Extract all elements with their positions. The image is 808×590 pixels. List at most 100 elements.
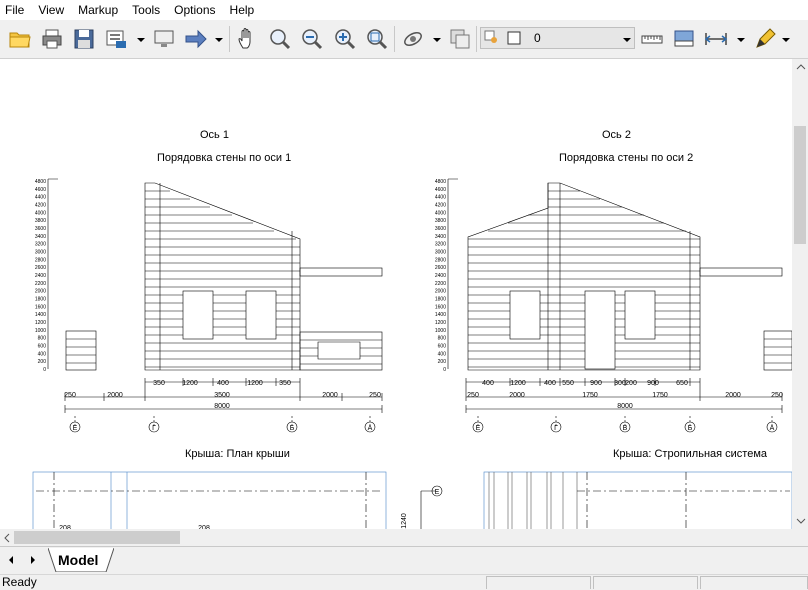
dimension-icon[interactable] (703, 26, 729, 52)
dim-label: 3500 (214, 392, 230, 399)
dim-label: 1200 (247, 380, 263, 387)
y-tick-label: 4000 (435, 210, 446, 216)
measure-distance-icon[interactable] (639, 26, 665, 52)
monitor-icon[interactable] (151, 26, 177, 52)
y-tick-label: 1800 (35, 297, 46, 303)
axis-label: Г (152, 425, 156, 432)
export-icon[interactable] (103, 26, 129, 52)
y-tick-label: 2200 (35, 281, 46, 287)
tab-prev-button[interactable] (2, 550, 20, 570)
layout-tab-bar (0, 546, 808, 575)
axis-label: Г (554, 425, 558, 432)
chevron-down-icon[interactable] (432, 35, 442, 45)
y-tick-label: 3800 (35, 218, 46, 224)
dim-label: 1750 (582, 392, 598, 399)
chevron-down-icon[interactable] (781, 35, 791, 45)
menu-options[interactable]: Options (167, 0, 222, 20)
status-panel (486, 576, 591, 589)
y-tick-label: 3200 (35, 242, 46, 248)
dim-label: 350 (279, 380, 291, 387)
beam (699, 267, 783, 277)
scroll-up-icon[interactable] (796, 62, 806, 72)
scroll-left-icon[interactable] (2, 533, 12, 543)
axis-label: В (623, 425, 628, 432)
chevron-down-icon[interactable] (622, 35, 632, 45)
horizontal-scroll-thumb[interactable] (14, 531, 180, 544)
vertical-scroll-thumb[interactable] (794, 126, 806, 244)
menu-view[interactable]: View (31, 0, 71, 20)
zoom-extents-icon[interactable] (363, 26, 389, 52)
measure-area-icon[interactable] (671, 26, 697, 52)
open-folder-icon[interactable] (7, 26, 33, 52)
y-tick-label: 3400 (435, 234, 446, 240)
chevron-down-icon[interactable] (736, 35, 746, 45)
axis-label: А (770, 425, 775, 432)
y-tick-label: 4400 (435, 195, 446, 201)
y-tick-label: 600 (38, 344, 47, 350)
tab-next-button[interactable] (24, 550, 42, 570)
wall-profile-right (467, 182, 701, 371)
dim-label: 2000 (107, 392, 123, 399)
pan-hand-icon[interactable] (235, 26, 261, 52)
dim-label: 400 (482, 380, 494, 387)
chevron-down-icon[interactable] (136, 35, 146, 45)
chevron-down-icon[interactable] (214, 35, 224, 45)
layer-dropdown[interactable] (480, 27, 635, 49)
orbit-icon[interactable] (400, 26, 426, 52)
menu-tools[interactable]: Tools (125, 0, 167, 20)
window-opening (182, 290, 214, 340)
window-icon[interactable] (447, 26, 473, 52)
axis-label: Е (476, 425, 481, 432)
drawing-canvas[interactable]: Е Г Б А Е Г В Б А Е 350 1200 400 1200 35… (0, 59, 792, 529)
chevron-left-icon (9, 556, 13, 564)
dim-label: 250 (369, 392, 381, 399)
dim-label: 350 (153, 380, 165, 387)
menu-file[interactable]: File (0, 0, 31, 20)
tab-model-label: Model (58, 552, 99, 568)
axis-label: Б (290, 425, 295, 432)
beam (763, 330, 792, 371)
zoom-in-icon[interactable] (331, 26, 357, 52)
y-tick-label: 1400 (35, 312, 46, 318)
rafter-title: Крыша: Стропильная система (613, 448, 768, 460)
y-tick-label: 3000 (435, 250, 446, 256)
roof-dim: 1240 (401, 513, 408, 529)
arrow-right-icon[interactable] (183, 26, 209, 52)
dim-label: 1200 (510, 380, 526, 387)
y-tick-label: 1600 (35, 304, 46, 310)
y-tick-label: 3200 (435, 242, 446, 248)
axis-label: Е (435, 489, 440, 496)
save-icon[interactable] (71, 26, 97, 52)
y-tick-label: 0 (43, 367, 46, 373)
dim-label: 2000 (322, 392, 338, 399)
dim-total: 8000 (214, 403, 230, 410)
wall-profile-left (144, 182, 301, 371)
drawing-title-right: Ось 2 (602, 129, 631, 141)
axis-label: Б (688, 425, 693, 432)
y-tick-label: 3600 (35, 226, 46, 232)
y-tick-label: 4200 (35, 203, 46, 209)
y-tick-label: 400 (438, 351, 447, 357)
menu-markup[interactable]: Markup (71, 0, 125, 20)
menu-help[interactable]: Help (223, 0, 262, 20)
window-opening (624, 290, 656, 340)
scroll-down-icon[interactable] (796, 516, 806, 526)
y-tick-label: 4200 (435, 203, 446, 209)
print-icon[interactable] (39, 26, 65, 52)
y-tick-label: 2400 (435, 273, 446, 279)
y-tick-label: 1600 (435, 304, 446, 310)
markup-pen-icon[interactable] (752, 26, 778, 52)
dim-label: 550 (562, 380, 574, 387)
zoom-out-icon[interactable] (298, 26, 324, 52)
y-tick-label: 4600 (35, 187, 46, 193)
y-tick-label: 800 (438, 336, 447, 342)
y-tick-label: 2000 (35, 289, 46, 295)
dim-label: 250 (771, 392, 783, 399)
y-tick-label: 800 (38, 336, 47, 342)
dim-label: 2000 (725, 392, 741, 399)
dim-label: 650 (676, 380, 688, 387)
zoom-realtime-icon[interactable] (266, 26, 292, 52)
status-panel (593, 576, 698, 589)
y-tick-label: 2600 (435, 265, 446, 271)
dim-label: 2000 (509, 392, 525, 399)
